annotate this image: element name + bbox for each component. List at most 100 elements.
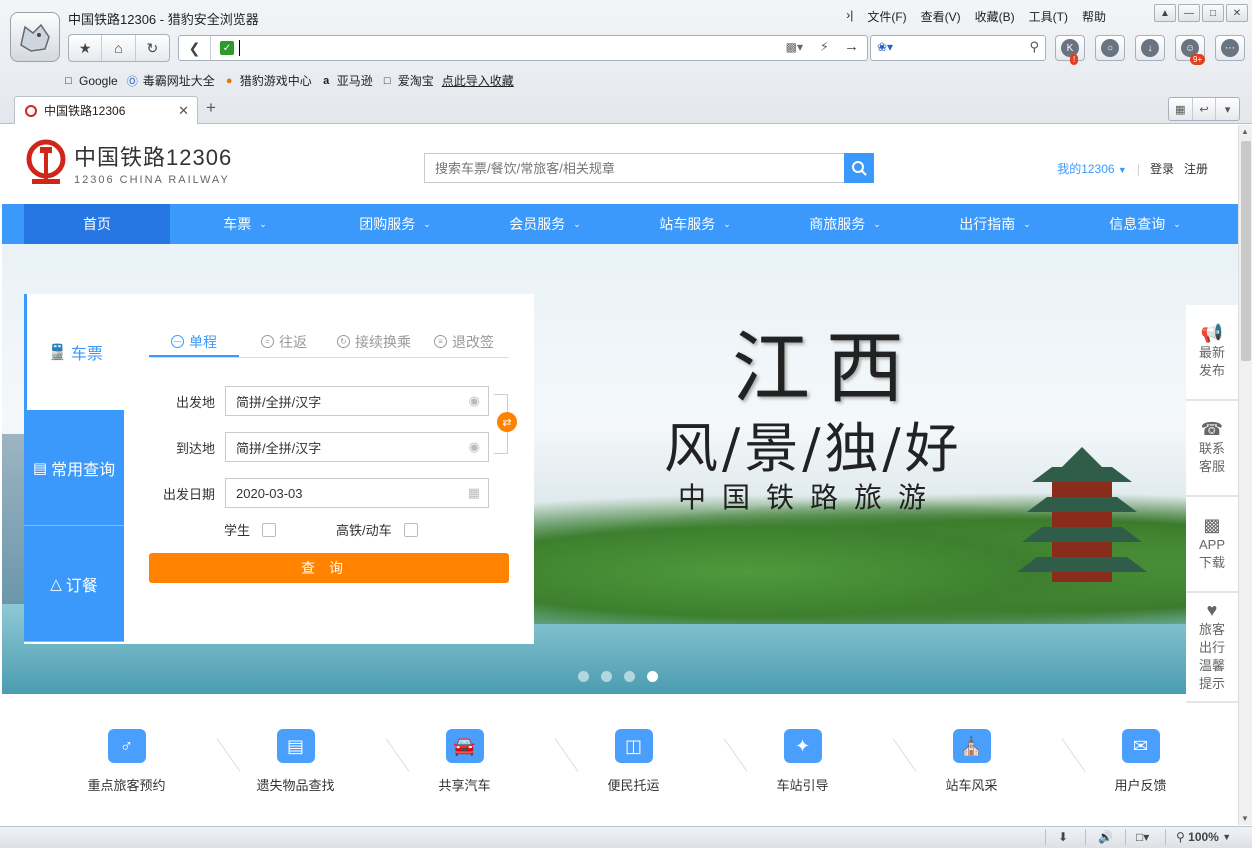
- qr-dropdown-icon[interactable]: ▩▾: [786, 40, 803, 54]
- tab-one-way[interactable]: — 单程: [149, 332, 239, 357]
- scroll-up-icon[interactable]: ▲: [1241, 127, 1249, 136]
- nav-group-service[interactable]: 团购服务 ⌄: [320, 204, 470, 244]
- menu-help[interactable]: 帮助: [1082, 8, 1106, 25]
- game-icon[interactable]: ☺ 9+: [1175, 35, 1206, 65]
- tab-refund-change[interactable]: ≡ 退改签: [419, 332, 509, 357]
- menu-favorites[interactable]: 收藏(B): [975, 8, 1015, 25]
- scroll-down-icon[interactable]: ▼: [1241, 814, 1249, 823]
- refresh-icon[interactable]: ↻: [136, 35, 169, 61]
- lock-icon[interactable]: ○: [1095, 35, 1125, 61]
- student-checkbox[interactable]: [262, 522, 277, 537]
- new-tab-button[interactable]: +: [206, 98, 216, 118]
- menu-tools[interactable]: 工具(T): [1029, 8, 1068, 25]
- carousel-dot[interactable]: [578, 671, 589, 682]
- nav-home[interactable]: 首页: [24, 204, 170, 244]
- side-tab-meal[interactable]: △ 订餐: [24, 526, 124, 642]
- search-icon[interactable]: ⚲: [1029, 39, 1039, 55]
- side-tab-common-query[interactable]: ▤ 常用查询: [24, 410, 124, 526]
- bookmark-liebao-games[interactable]: ● 猎豹游戏中心: [223, 72, 312, 89]
- float-travel-tips[interactable]: ♥ 旅客出行温馨提示: [1186, 593, 1238, 703]
- browser-logo-icon[interactable]: [10, 12, 60, 62]
- service-station-guide[interactable]: ✦ 车站引导: [718, 695, 917, 825]
- address-input[interactable]: [239, 40, 240, 56]
- ticket-options: 学生 高铁/动车: [224, 520, 418, 539]
- window-mode-icon[interactable]: □▾: [1136, 830, 1149, 844]
- hero-banner[interactable]: 江西 风/景/独/好 中国铁路旅游 🚆 车票 ▤ 常用查询 △ 订餐 — 单程 = 往返 …: [2, 244, 1238, 694]
- bookmark-amazon[interactable]: a 亚马逊: [320, 72, 373, 89]
- home-icon[interactable]: ⌂: [102, 35, 136, 61]
- back-icon[interactable]: ❮: [179, 36, 211, 60]
- bookmark-google[interactable]: □ Google: [62, 74, 118, 88]
- nav-station-service[interactable]: 站车服务 ⌄: [620, 204, 770, 244]
- service-shared-car[interactable]: 🚘 共享汽车: [380, 695, 579, 825]
- menu-view[interactable]: 查看(V): [921, 8, 961, 25]
- phone-icon: ☎: [1200, 419, 1224, 439]
- nav-travel-guide[interactable]: 出行指南 ⌄: [920, 204, 1070, 244]
- service-luggage[interactable]: ◫ 便民托运: [549, 695, 748, 825]
- star-icon[interactable]: ★: [69, 35, 103, 61]
- site-logo[interactable]: 中国铁路12306 12306 CHINA RAILWAY: [24, 139, 232, 187]
- download-icon[interactable]: ↓: [1135, 35, 1165, 61]
- from-input[interactable]: 简拼/全拼/汉字 ◉: [225, 386, 489, 416]
- chevron-down-icon: ⌄: [423, 218, 431, 229]
- service-priority-passenger[interactable]: ♂ 重点旅客预约: [42, 695, 241, 825]
- carousel-dot[interactable]: [624, 671, 635, 682]
- float-latest-news[interactable]: 📢 最新发布: [1186, 305, 1238, 401]
- more-icon[interactable]: ⋯: [1215, 35, 1245, 61]
- skin-icon[interactable]: ▲: [1154, 4, 1176, 22]
- service-station-style[interactable]: ⛪ 站车风采: [887, 695, 1086, 825]
- highspeed-option[interactable]: 高铁/动车: [336, 520, 418, 539]
- to-input[interactable]: 简拼/全拼/汉字 ◉: [225, 432, 489, 462]
- side-tab-tickets[interactable]: 🚆 车票: [24, 294, 124, 410]
- tab-round-trip[interactable]: = 往返: [239, 332, 329, 357]
- page-scrollbar[interactable]: ▲ ▼: [1238, 125, 1252, 825]
- login-link[interactable]: 登录: [1150, 160, 1174, 177]
- tab-12306[interactable]: 中国铁路12306 ✕: [14, 96, 198, 124]
- tab-grid-icon[interactable]: ▦: [1169, 98, 1193, 120]
- swap-stations-icon[interactable]: ⇄: [497, 412, 517, 432]
- query-doc-icon: ▤: [32, 459, 48, 477]
- scroll-thumb[interactable]: [1241, 141, 1251, 361]
- search-engine-icon[interactable]: ❀▾: [877, 40, 893, 54]
- query-button[interactable]: 查询: [149, 553, 509, 583]
- chevron-down-icon: ▼: [1117, 165, 1127, 175]
- highspeed-checkbox[interactable]: [403, 522, 418, 537]
- bookmark-aitaobao[interactable]: □ 爱淘宝: [381, 72, 434, 89]
- address-bar[interactable]: ❮ ✓ ▩▾ ⚡ →: [178, 35, 868, 61]
- my-12306-link[interactable]: 我的12306 ▼: [1057, 160, 1127, 177]
- menu-file[interactable]: 文件(F): [867, 8, 906, 25]
- nav-member-service[interactable]: 会员服务 ⌄: [470, 204, 620, 244]
- zoom-control[interactable]: ⚲ 100% ▼: [1176, 830, 1231, 844]
- volume-icon[interactable]: 🔊: [1098, 830, 1113, 844]
- student-option[interactable]: 学生: [224, 520, 277, 539]
- go-arrow-icon[interactable]: →: [844, 38, 859, 55]
- browser-search-box[interactable]: ❀▾ ⚲: [870, 35, 1046, 61]
- nav-tickets[interactable]: 车票 ⌄: [170, 204, 320, 244]
- minimize-button[interactable]: —: [1178, 4, 1200, 22]
- tab-close-icon[interactable]: ✕: [178, 103, 189, 119]
- k-plugin-icon[interactable]: K !: [1055, 35, 1085, 65]
- service-lost-found[interactable]: ▤ 遗失物品查找: [211, 695, 410, 825]
- register-link[interactable]: 注册: [1184, 160, 1208, 177]
- float-app-download[interactable]: ▩ APP下载: [1186, 497, 1238, 593]
- close-button[interactable]: ✕: [1226, 4, 1248, 22]
- service-feedback[interactable]: ✉ 用户反馈: [1056, 695, 1225, 825]
- nav-business-service[interactable]: 商旅服务 ⌄: [770, 204, 920, 244]
- round-trip-icon: =: [261, 335, 274, 348]
- nav-info-query[interactable]: 信息查询 ⌄: [1070, 204, 1220, 244]
- tab-transfer[interactable]: ↻ 接续换乘: [329, 332, 419, 357]
- maximize-button[interactable]: □: [1202, 4, 1224, 22]
- site-search-input[interactable]: [425, 154, 843, 182]
- date-input[interactable]: 2020-03-03 ▦: [225, 478, 489, 508]
- bolt-icon[interactable]: ⚡: [820, 39, 829, 55]
- float-contact-service[interactable]: ☎ 联系客服: [1186, 401, 1238, 497]
- carousel-dot[interactable]: [601, 671, 612, 682]
- download-status-icon[interactable]: ⬇: [1058, 830, 1068, 844]
- import-bookmarks-link[interactable]: 点此导入收藏: [442, 72, 514, 89]
- site-search-button[interactable]: [844, 153, 874, 183]
- undo-close-icon[interactable]: ↩: [1193, 98, 1217, 120]
- tab-menu-chevron-icon[interactable]: ▾: [1216, 98, 1239, 120]
- menu-collapse-icon[interactable]: ›|: [846, 8, 853, 25]
- carousel-dot-active[interactable]: [647, 671, 658, 682]
- bookmark-duba[interactable]: Ⓞ 毒霸网址大全: [126, 72, 215, 89]
